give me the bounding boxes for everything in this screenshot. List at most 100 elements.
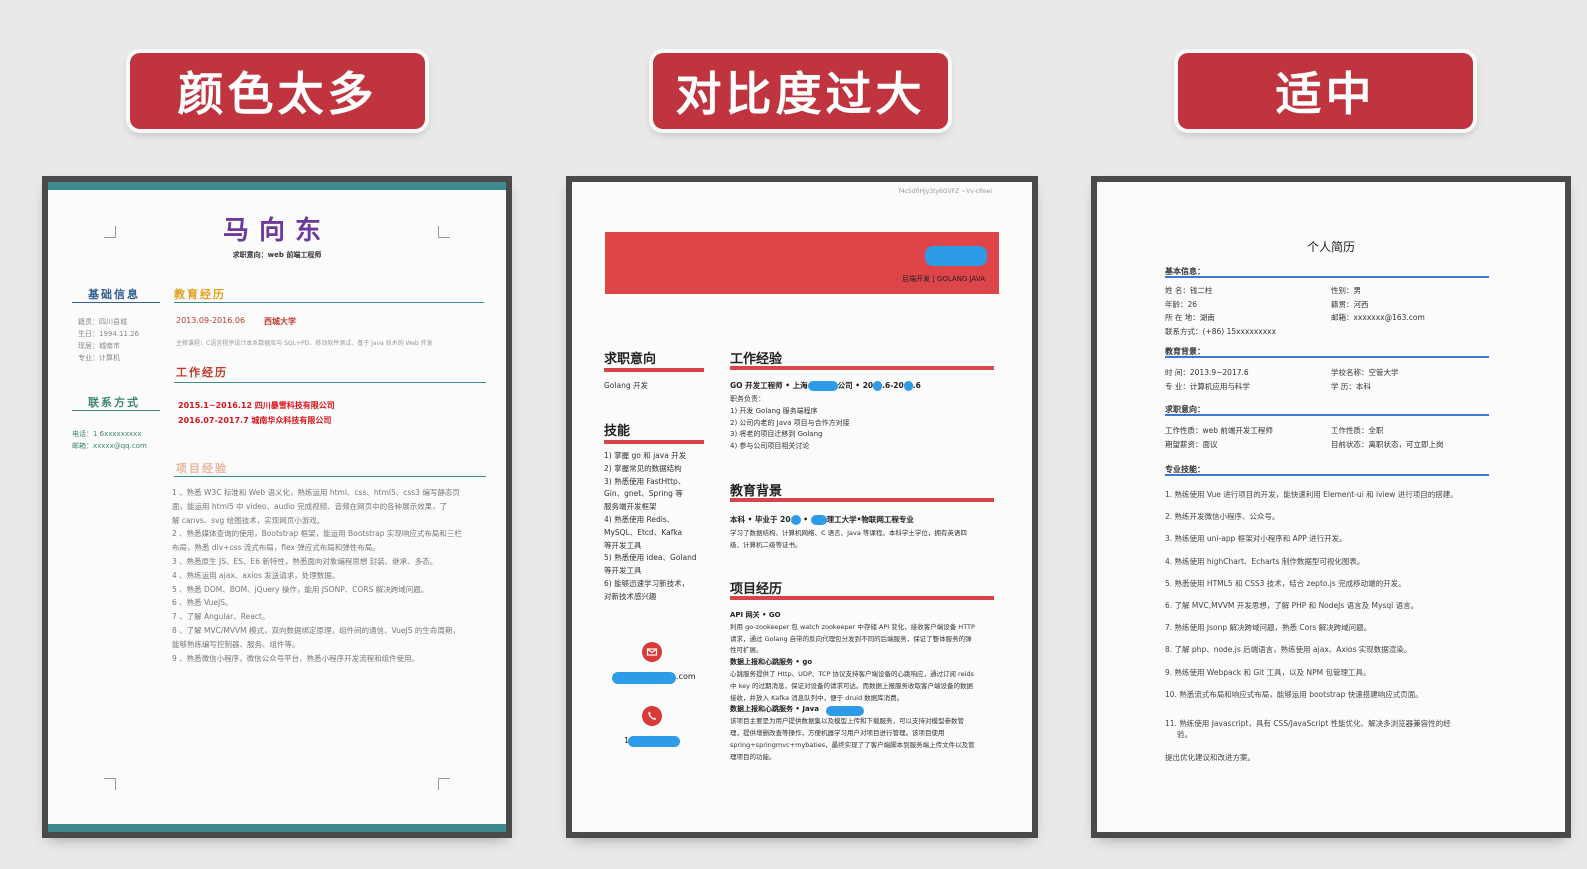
basic-item: 姓 名：钱二柱 [1165, 286, 1213, 295]
education-text: 学习了数据结构、计算机网络、C 语言、Java 等课程。本科学士学位，拥有英语四… [730, 528, 967, 551]
redacted-name-blob [925, 246, 987, 266]
project-item: 7 、了解 Angular、React。 [172, 612, 270, 622]
blue-divider [1165, 474, 1489, 476]
project-line: 心跳服务提供了 Http、UDP、TCP 协议支持客户端设备的心跳响应，通过订阅… [730, 669, 974, 678]
education-heading: 教育背景 [730, 484, 783, 499]
basic-right: 性别：男 籍贯：河西 邮箱：xxxxxxx@163.com [1331, 284, 1425, 325]
red-divider [730, 366, 994, 370]
top-teal-bar [48, 182, 506, 190]
project-item: 解 canvs、svg 绘图技术，实现网页小游戏。 [172, 515, 325, 525]
job-right: 工作性质：全职 目前状态：离职状态，可立即上岗 [1331, 424, 1444, 451]
resume-name: 马向东 [222, 216, 331, 246]
work-item: 职务负责： [730, 395, 765, 403]
redacted-email-blob [612, 672, 676, 684]
basic-item: 年龄：26 [1165, 299, 1198, 309]
basic-item: 联系方式：(+86) 15xxxxxxxxx [1165, 326, 1277, 336]
skill-item: Gin、gnet、Spring 等 [604, 489, 683, 499]
work-role: GO 开发工程师 • 上海 [730, 381, 808, 390]
projects-heading: 项目经验 [176, 462, 228, 475]
redaction-blob [903, 381, 913, 391]
objective-text: Golang 开发 [604, 381, 648, 390]
basic-item: 所 在 地：湖南 [1165, 313, 1215, 322]
blue-divider [1165, 414, 1489, 416]
redaction-blob [873, 381, 883, 391]
skill-item: 2) 掌握常见的数据结构 [604, 463, 682, 473]
resume-high-contrast: f4c5d0HJy3ty6GVFZ ~Vv-cReei 后端开发 | GOLAN… [572, 182, 1032, 832]
divider [174, 302, 484, 303]
work-company: 公司 • 20 [837, 381, 874, 390]
work-duties: 职务负责： 1) 开发 Golang 服务端程序 2) 公司内老的 Java 项… [730, 394, 850, 453]
resume-title: 个人简历 [1306, 240, 1355, 254]
skill-item: 3. 熟练使用 uni-app 框架对小程序和 APP 进行开发。 [1165, 534, 1347, 544]
edu-item: 时 间：2013.9~2017.6 [1165, 368, 1249, 377]
skill-item-11: 11. 熟练使用 Javascript，具有 CSS/JavaScript 性能… [1165, 718, 1451, 740]
redacted-phone-blob [628, 736, 680, 747]
skill-item: 5. 熟悉使用 HTML5 和 CSS3 技术，结合 zepto.js 完成移动… [1165, 578, 1406, 588]
work-dates-end: .6 [912, 381, 921, 390]
work-heading: 工作经历 [176, 366, 228, 379]
skill-item: MySQL、Etcd、Kafka [604, 527, 683, 537]
divider [72, 302, 160, 303]
project-item: 5 、熟悉 DOM、BOM、jQuery 操作，能用 JSONP、CORS 解决… [172, 584, 429, 594]
project-line: 请求，通过 Golang 自带的反向代理包分发到不同的后端服务，保证了整体服务的… [730, 634, 972, 643]
project-item: 2 、熟悉媒体查询的使用，Bootstrap 框架，能运用 Bootstrap … [172, 529, 462, 539]
project-item: 1 、熟悉 W3C 标准和 Web 语义化，熟练运用 html、css、html… [172, 488, 460, 497]
skill-item: 服务端开发框架 [604, 502, 657, 512]
edu-item: 学校名称：空管大学 [1331, 368, 1399, 377]
skill-item: 等开发工具 [604, 566, 642, 576]
job-item: 目前状态：离职状态，可立即上岗 [1331, 439, 1444, 449]
project-item: 4 、熟练运用 ajax、axios 发送请求，处理数据。 [172, 570, 340, 580]
projects-list: 1 、熟悉 W3C 标准和 Web 语义化，熟练运用 html、css、html… [172, 486, 462, 665]
skill-item: 5) 熟悉使用 idea、Goland [604, 553, 697, 563]
contact-heading: 联系方式 [88, 396, 140, 409]
skill-item: 对新技术感兴趣 [604, 591, 657, 601]
project-title: API 网关 • GO [730, 611, 781, 619]
job-left: 工作性质：web 前端开发工程师 期望薪资：面议 [1165, 424, 1273, 451]
project-line: 理，提供增删改查等操作，方便机器学习用户对项目进行管理。该项目使用 [730, 728, 945, 737]
skill-11-line: 验。 [1177, 730, 1192, 739]
work-item: 1) 开发 Golang 服务端程序 [730, 406, 818, 415]
project-item: 布局，熟悉 div+css 流式布局，flex 弹应式布局和弹性布局。 [172, 543, 380, 553]
banner-tag: 后端开发 | GOLANG JAVA [902, 275, 985, 283]
label-moderate: 适中 [1178, 53, 1473, 129]
work-item: 2016.07-2017.7 城南华众科技有限公司 [178, 416, 332, 425]
skill-item: 1. 熟练使用 Vue 进行项目的开发，能快速利用 Element-ui 和 i… [1165, 490, 1458, 499]
skill-item: 8. 了解 php、node.js 后端语言，熟练使用 ajax、Axios 实… [1165, 645, 1412, 655]
work-item: 2015.1~2016.12 四川暴雪科技有限公司 [178, 401, 335, 410]
basic-item: 现居：城南市 [78, 342, 120, 350]
edu-right: 学校名称：空管大学 学 历：本科 [1331, 366, 1399, 393]
basic-item: 籍贯：河西 [1331, 299, 1369, 309]
red-divider [730, 498, 994, 502]
divider [174, 476, 486, 477]
projects-heading: 项目经历 [730, 582, 783, 597]
contact-item: 邮箱：xxxxx@qq.com [72, 442, 147, 450]
education-courses: 主修课程：C语言程序设计本系数据库与 SQL+PD、移动软件测试、基于 Java… [176, 340, 433, 347]
skills-heading: 技能 [604, 424, 631, 439]
red-divider [604, 368, 704, 372]
skill-item: 4) 熟悉使用 Redis、 [604, 514, 675, 524]
objective-heading: 求职意向 [604, 352, 657, 367]
skill-item: 等开发工具 [604, 540, 642, 550]
project-item: 面，能运用 html5 中 video、audio 完成视频、音频在网页中的各种… [172, 501, 448, 511]
projects-list: API 网关 • GO 利用 go-zookeeper 包 watch zooke… [730, 610, 975, 763]
label-too-many-colors: 颜色太多 [130, 53, 425, 129]
project-item: 9 、熟悉微信小程序，微信公众号平台，熟悉小程序开发流程和组件使用。 [172, 653, 420, 663]
red-banner: 后端开发 | GOLANG JAVA [605, 232, 999, 294]
project-line: 理项目的功能。 [730, 752, 776, 761]
skill-item: 7. 熟练使用 Jsonp 解决跨域问题，熟悉 Cors 解决跨域问题。 [1165, 623, 1372, 633]
red-divider [604, 440, 704, 444]
redaction-blob [790, 515, 801, 525]
basic-item: 生日：1994.11.26 [78, 330, 140, 338]
basic-left: 姓 名：钱二柱 年龄：26 所 在 地：湖南 联系方式：(+86) 15xxxx… [1165, 284, 1276, 338]
education-date: 2013.09-2016.06 [176, 316, 246, 325]
edu-left: 时 间：2013.9~2017.6 专 业：计算机应用与科学 [1165, 366, 1250, 393]
red-divider [730, 596, 994, 600]
basic-info-list: 籍贯：四川县城 生日：1994.11.26 现居：城南市 专业：计算机 [78, 316, 139, 364]
divider [72, 410, 160, 411]
corner-mark [438, 778, 450, 790]
top-code: f4c5d0HJy3ty6GVFZ ~Vv-cReei [898, 188, 992, 195]
project-item: 6 、熟悉 VueJS。 [172, 598, 233, 608]
work-item: 4) 参与公司项目相关讨论 [730, 442, 810, 451]
blue-divider [1165, 356, 1489, 358]
basic-info-heading: 基础信息 [88, 288, 140, 301]
